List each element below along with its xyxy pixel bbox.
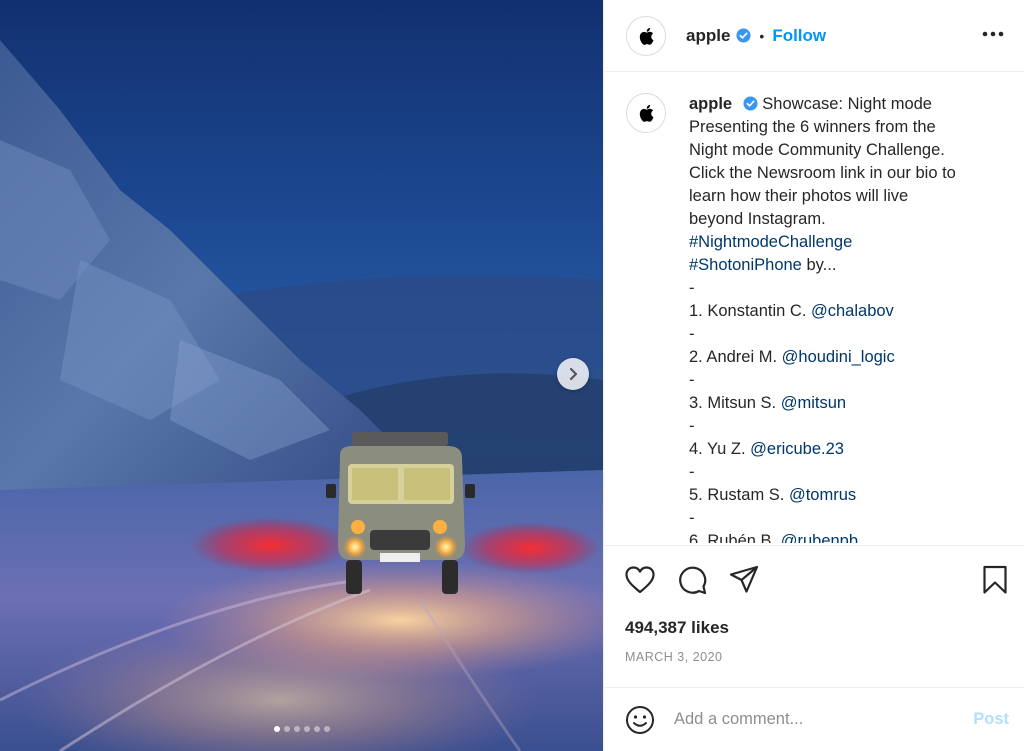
next-slide-button[interactable] bbox=[557, 358, 589, 390]
caption-divider: - bbox=[689, 417, 695, 435]
post-actions: 494,387 likes MARCH 3, 2020 bbox=[604, 545, 1024, 685]
caption-divider: - bbox=[689, 509, 695, 527]
caption-username[interactable]: apple bbox=[689, 95, 732, 113]
caption-line: 2. Andrei M. @houdini_logic bbox=[689, 346, 1005, 369]
mention-link[interactable]: @mitsun bbox=[781, 394, 846, 412]
comment-bubble-icon bbox=[679, 566, 707, 595]
caption-first-line: apple Showcase: Night mode bbox=[689, 93, 1005, 116]
comment-input[interactable] bbox=[674, 710, 954, 729]
carousel-dot bbox=[273, 726, 280, 732]
like-button[interactable] bbox=[624, 564, 656, 596]
mention-link[interactable]: @chalabov bbox=[811, 302, 894, 320]
carousel-dot bbox=[313, 726, 320, 732]
hashtag-link[interactable]: #NightmodeChallenge bbox=[689, 233, 852, 251]
more-horizontal-icon bbox=[982, 31, 1004, 37]
caption-line: 6. Rubén B. @rubenpb bbox=[689, 530, 1005, 543]
post-comment-button[interactable]: Post bbox=[973, 710, 1009, 729]
post-header: apple • Follow bbox=[604, 0, 1024, 72]
comment-button[interactable] bbox=[676, 564, 708, 596]
apple-logo-icon bbox=[639, 27, 654, 45]
carousel-dot bbox=[283, 726, 290, 732]
caption-divider: - bbox=[689, 463, 695, 481]
caption-divider: - bbox=[689, 279, 695, 297]
emoji-button[interactable] bbox=[624, 704, 656, 736]
caption-text: apple Showcase: Night mode Presenting th… bbox=[689, 93, 1005, 543]
winner-name: 3. Mitsun S. bbox=[689, 394, 781, 412]
apple-logo-icon bbox=[639, 104, 654, 122]
share-button[interactable] bbox=[728, 564, 760, 596]
carousel-dot bbox=[303, 726, 310, 732]
caption-line: #ShotoniPhone by... bbox=[689, 254, 1005, 277]
bookmark-icon bbox=[983, 565, 1007, 594]
caption-line: Night mode Community Challenge. bbox=[689, 141, 945, 159]
paper-plane-icon bbox=[729, 565, 759, 593]
chevron-right-icon bbox=[569, 367, 578, 381]
winner-name: 1. Konstantin C. bbox=[689, 302, 811, 320]
caption-avatar[interactable] bbox=[626, 93, 666, 133]
mention-link[interactable]: @rubenpb bbox=[781, 532, 858, 543]
caption-divider: - bbox=[689, 325, 695, 343]
caption-line: Showcase: Night mode bbox=[762, 95, 932, 113]
save-button[interactable] bbox=[979, 564, 1011, 596]
likes-count[interactable]: 494,387 likes bbox=[625, 618, 729, 638]
verified-badge-icon bbox=[743, 96, 758, 111]
carousel-indicator bbox=[0, 726, 603, 732]
avatar[interactable] bbox=[626, 15, 666, 56]
caption-line: 1. Konstantin C. @chalabov bbox=[689, 300, 1005, 323]
caption-line: 3. Mitsun S. @mitsun bbox=[689, 392, 1005, 415]
verified-badge-icon bbox=[736, 28, 751, 43]
heart-icon bbox=[625, 566, 655, 594]
action-icons bbox=[624, 564, 760, 596]
smiley-icon bbox=[626, 705, 654, 734]
caption-line: learn how their photos will live bbox=[689, 187, 909, 205]
hashtag-link[interactable]: #ShotoniPhone bbox=[689, 256, 802, 274]
caption-line: Presenting the 6 winners from the bbox=[689, 118, 936, 136]
winner-name: 2. Andrei M. bbox=[689, 348, 782, 366]
post-date: MARCH 3, 2020 bbox=[625, 650, 723, 664]
follow-button[interactable]: Follow bbox=[772, 26, 826, 46]
caption-line: beyond Instagram. bbox=[689, 210, 826, 228]
caption-line: 4. Yu Z. @ericube.23 bbox=[689, 438, 1005, 461]
caption-line: Click the Newsroom link in our bio to bbox=[689, 164, 956, 182]
winner-name: 6. Rubén B. bbox=[689, 532, 781, 543]
post-caption: apple Showcase: Night mode Presenting th… bbox=[604, 73, 1024, 543]
more-options-button[interactable] bbox=[981, 22, 1005, 46]
mention-link[interactable]: @houdini_logic bbox=[782, 348, 895, 366]
caption-line: #NightmodeChallenge bbox=[689, 231, 1005, 254]
post-photo[interactable] bbox=[0, 0, 603, 751]
mention-link[interactable]: @ericube.23 bbox=[750, 440, 844, 458]
header-separator: • bbox=[759, 27, 765, 44]
post-side-panel: apple • Follow apple Showcase: Night mod… bbox=[603, 0, 1024, 751]
carousel-dot bbox=[293, 726, 300, 732]
mention-link[interactable]: @tomrus bbox=[789, 486, 856, 504]
caption-line-text: by... bbox=[801, 256, 837, 274]
header-username[interactable]: apple bbox=[686, 26, 730, 46]
carousel-dot bbox=[323, 726, 330, 732]
caption-line: 5. Rustam S. @tomrus bbox=[689, 484, 1005, 507]
winner-name: 4. Yu Z. bbox=[689, 440, 751, 458]
caption-divider: - bbox=[689, 371, 695, 389]
comment-bar: Post bbox=[604, 687, 1024, 751]
van-night-photo bbox=[0, 40, 603, 751]
winner-name: 5. Rustam S. bbox=[689, 486, 789, 504]
